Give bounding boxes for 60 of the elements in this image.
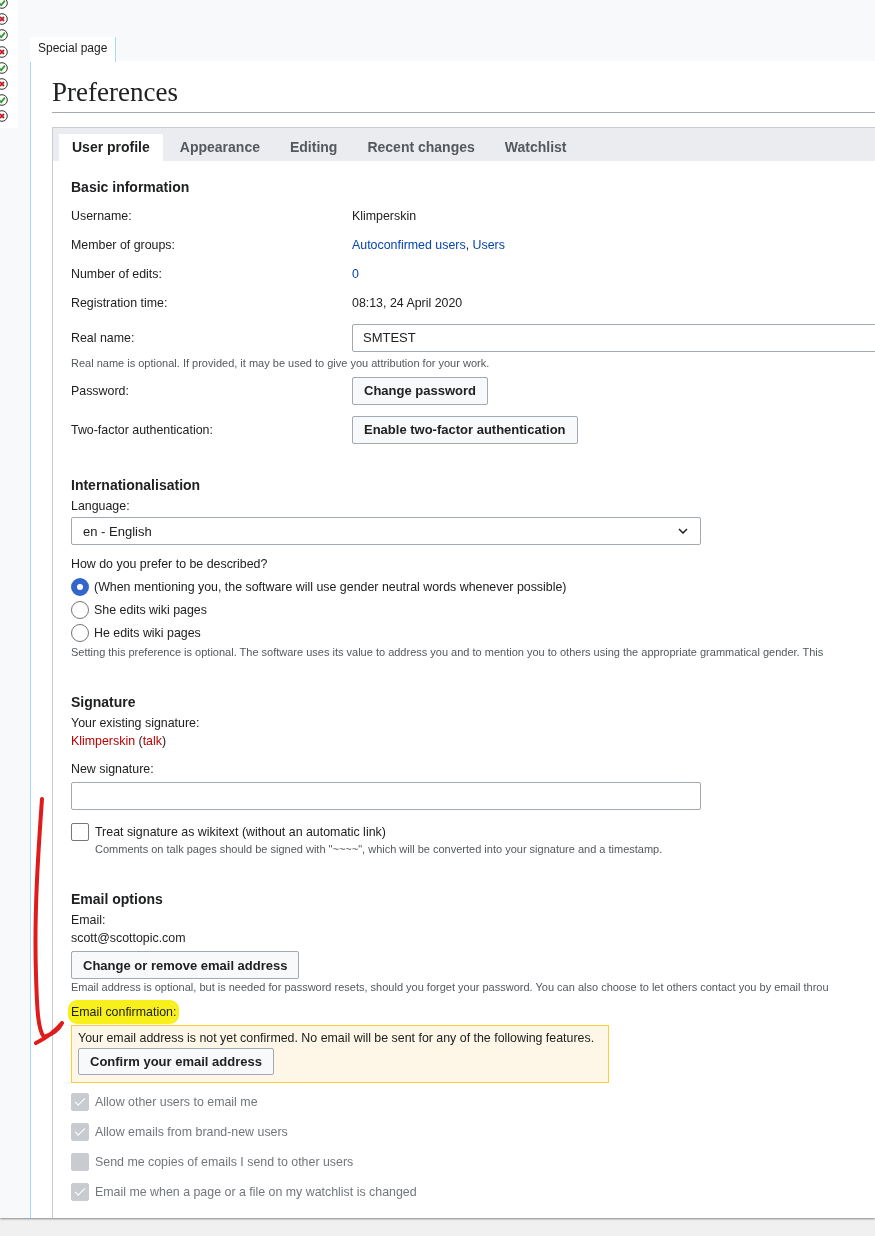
field-label: Two-factor authentication: (71, 422, 214, 437)
radio-button[interactable] (71, 623, 89, 642)
link[interactable]: Autoconfirmed users (352, 237, 466, 252)
text-field[interactable]: SMTEST (352, 323, 875, 352)
help-text: Real name is optional. If provided, it may be used to give you attribution for your work. (71, 357, 491, 369)
field-label: Your existing signature: (71, 716, 201, 730)
radio-button[interactable] (71, 577, 89, 596)
field-label: Password: (71, 383, 130, 398)
option-label: Allow other users to email me (95, 1094, 258, 1109)
section-heading: Signature (71, 694, 137, 710)
field-value: 08:13, 24 April 2020 (352, 295, 463, 310)
tab[interactable]: User profile (59, 134, 163, 161)
help-text: Setting this preference is optional. The software uses its value to address you and to mention you to others using the appropriate grammatical gender. This (71, 646, 825, 658)
page-tab[interactable]: Special page (30, 37, 117, 62)
signature-field[interactable] (71, 782, 701, 810)
action-button[interactable]: Enable two-factor authentication (352, 415, 578, 444)
email-address: scott@scottopic.com (71, 931, 187, 945)
change-email-button[interactable]: Change or remove email address (71, 951, 300, 979)
field-label: Registration time: (71, 295, 169, 310)
field-label: Number of edits: (71, 266, 163, 281)
option-label: Send me copies of emails I send to other users (95, 1154, 354, 1169)
punctuation: ( (137, 734, 143, 748)
tab[interactable]: Appearance (166, 134, 273, 161)
section-heading: Internationalisation (71, 477, 202, 493)
tab[interactable]: Recent changes (354, 134, 488, 161)
language-dropdown[interactable]: en - English (71, 517, 701, 545)
checkbox[interactable] (71, 822, 89, 841)
confirm-email-button[interactable]: Confirm your email address (78, 1048, 274, 1075)
field-value: Klimperskin (352, 208, 417, 223)
page-title: Preferences (52, 77, 875, 113)
field-label: New signature: (71, 762, 155, 776)
field-label: Real name: (71, 330, 136, 345)
option-label: Treat signature as wikitext (without an automatic link) (95, 824, 386, 839)
warning-text: Your email address is not yet confirmed. No email will be sent for any of the following features. (78, 1031, 596, 1045)
help-text: Comments on talk pages should be signed with "~~~~", which will be converted into your signature and a timestamp. (95, 843, 664, 855)
punctuation: ) (161, 734, 167, 748)
field-label: Member of groups: (71, 237, 176, 252)
link[interactable]: Klimperskin (71, 734, 136, 748)
tab[interactable]: Watchlist (491, 134, 580, 161)
help-text: Email address is optional, but is needed for password resets, should you forget your password. You can also choose to let others contact you by email throu (71, 981, 830, 993)
field-label: Language: (71, 499, 131, 513)
option-label: Allow emails from brand-new users (95, 1124, 288, 1139)
radio-button[interactable] (71, 600, 89, 619)
action-button[interactable]: Change password (352, 376, 488, 405)
option-label: (When mentioning you, the software will use gender neutral words whenever possible) (94, 579, 567, 594)
field-label: Email: (71, 913, 107, 927)
option-label: He edits wiki pages (94, 625, 201, 640)
chevron-down-icon (678, 528, 688, 534)
field-value: , (465, 237, 471, 252)
option-label: Email me when a page or a file on my watchlist is changed (95, 1184, 417, 1199)
link[interactable]: Users (472, 237, 505, 252)
section-heading: Email options (71, 891, 164, 907)
link[interactable]: talk (142, 734, 162, 748)
option-label: She edits wiki pages (94, 602, 207, 617)
field-label: How do you prefer to be described? (71, 557, 269, 571)
section-heading: Basic information (71, 179, 191, 195)
field-label: Username: (71, 208, 133, 223)
link[interactable]: 0 (352, 266, 359, 281)
tab[interactable]: Editing (276, 134, 351, 161)
field-label: Email confirmation: (71, 1003, 177, 1021)
